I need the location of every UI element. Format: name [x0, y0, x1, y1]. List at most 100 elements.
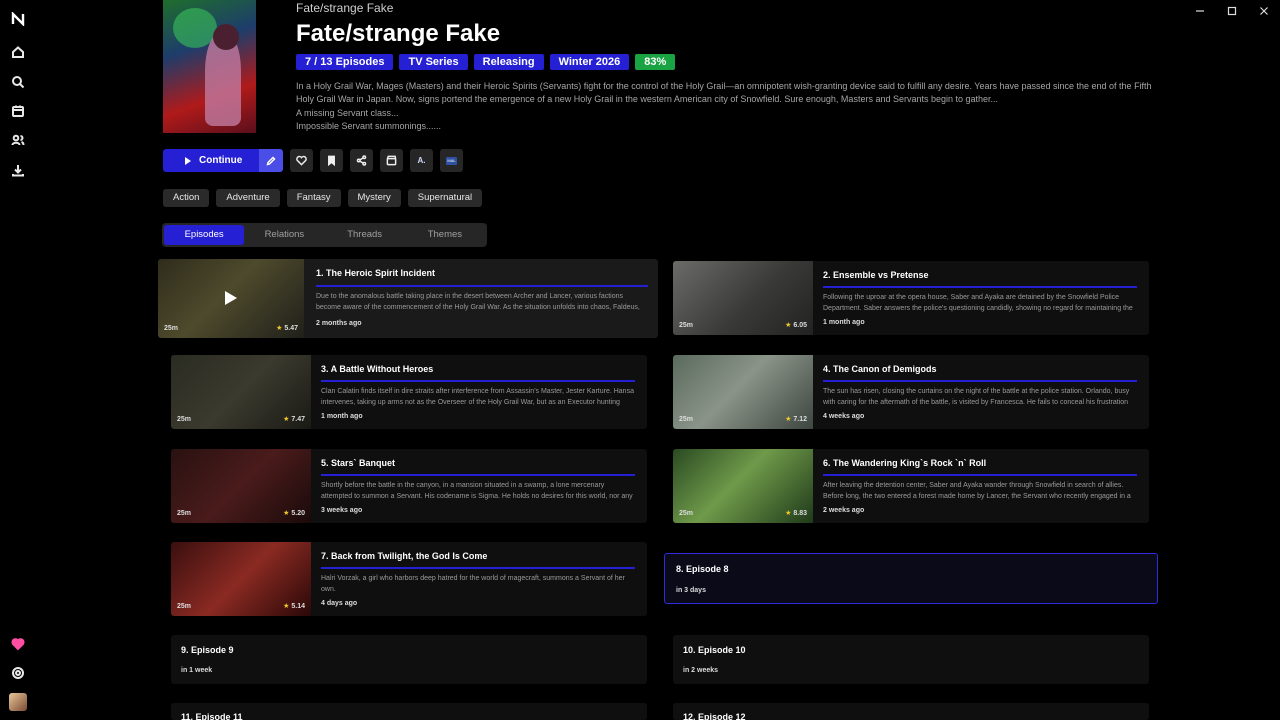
synopsis-paragraph: In a Holy Grail War, Mages (Masters) and…	[296, 81, 1152, 105]
tab-themes[interactable]: Themes	[405, 225, 485, 245]
tab-relations[interactable]: Relations	[244, 225, 324, 245]
detail-tabs: Episodes Relations Threads Themes	[162, 223, 487, 247]
synopsis-line: A missing Servant class...	[296, 107, 399, 118]
play-icon[interactable]	[225, 291, 237, 305]
page-title: Fate/strange Fake	[296, 20, 501, 47]
episode-thumbnail: 25m ★ 6.05	[673, 261, 813, 335]
episode-description: Clan Calatin finds itself in dire strait…	[321, 388, 634, 406]
window-controls	[1184, 4, 1280, 18]
episode-airdate: in 3 days	[676, 587, 706, 594]
episode-duration: 25m	[679, 416, 694, 423]
synopsis-line: Impossible Servant summonings......	[296, 121, 442, 132]
favorite-button[interactable]	[290, 149, 313, 172]
episode-divider	[321, 380, 635, 382]
episode-duration: 25m	[679, 322, 694, 329]
minimize-button[interactable]	[1184, 4, 1216, 18]
episode-card[interactable]: 25m ★ 5.47 1. The Heroic Spirit Incident …	[158, 259, 658, 338]
episode-title: 7. Back from Twilight, the God Is Come	[321, 551, 488, 561]
episode-card-upcoming[interactable]: 10. Episode 10 in 2 weeks	[673, 635, 1149, 684]
episode-title: 12. Episode 12	[683, 712, 746, 720]
close-button[interactable]	[1248, 4, 1280, 18]
episode-title: 3. A Battle Without Heroes	[321, 364, 434, 374]
star-icon: ★	[785, 510, 792, 517]
tab-episodes[interactable]: Episodes	[164, 225, 245, 245]
episode-card-upcoming[interactable]: 8. Episode 8 in 3 days	[664, 553, 1158, 604]
episode-title: 5. Stars` Banquet	[321, 458, 396, 468]
episode-thumbnail: 25m ★ 5.47	[158, 259, 304, 338]
status-badge: Releasing	[473, 54, 544, 70]
episode-card[interactable]: 25m ★ 5.20 5. Stars` Banquet Shortly befo…	[171, 449, 647, 523]
genre-list: Action Adventure Fantasy Mystery Superna…	[163, 189, 483, 207]
star-icon: ★	[785, 322, 792, 329]
maximize-button[interactable]	[1216, 4, 1248, 18]
episode-rating: ★ 6.05	[785, 322, 807, 329]
info-badges: 7 / 13 Episodes TV Series Releasing Wint…	[296, 54, 676, 70]
trailer-button[interactable]	[380, 149, 403, 172]
calendar-icon[interactable]	[9, 102, 27, 120]
cover-image	[163, 0, 256, 133]
tab-threads[interactable]: Threads	[325, 225, 405, 245]
episode-divider	[321, 567, 635, 569]
episode-airdate: 4 weeks ago	[823, 413, 865, 420]
download-icon[interactable]	[9, 161, 27, 179]
episode-rating: ★ 5.47	[276, 325, 298, 332]
clapperboard-icon	[386, 155, 397, 166]
bookmark-button[interactable]	[320, 149, 343, 172]
episode-duration: 25m	[177, 603, 192, 610]
action-bar: Continue A. MAL	[163, 149, 463, 172]
episode-card[interactable]: 25m ★ 5.14 7. Back from Twilight, the God…	[171, 542, 647, 616]
genre-tag[interactable]: Mystery	[347, 189, 401, 207]
episode-card[interactable]: 25m ★ 8.83 6. The Wandering King`s Rock `…	[673, 449, 1149, 523]
star-icon: ★	[283, 603, 290, 610]
episode-title: 11. Episode 11	[181, 712, 243, 720]
episode-title: 8. Episode 8	[676, 564, 729, 574]
star-icon: ★	[785, 416, 792, 423]
episode-duration: 25m	[164, 325, 179, 332]
share-button[interactable]	[350, 149, 373, 172]
settings-icon[interactable]	[9, 664, 27, 682]
search-icon[interactable]	[9, 73, 27, 91]
episode-airdate: 2 weeks ago	[823, 507, 865, 514]
episode-card-upcoming[interactable]: 11. Episode 11	[171, 703, 647, 720]
episode-title: 1. The Heroic Spirit Incident	[316, 268, 436, 278]
genre-tag[interactable]: Supernatural	[407, 189, 483, 207]
episode-airdate: 3 weeks ago	[321, 507, 363, 514]
episode-airdate: 1 month ago	[823, 319, 865, 326]
episode-divider	[823, 286, 1137, 288]
episode-title: 6. The Wandering King`s Rock `n` Roll	[823, 458, 987, 468]
episode-card[interactable]: 25m ★ 6.05 2. Ensemble vs Pretense Follow…	[673, 261, 1149, 335]
mal-button[interactable]: MAL	[440, 149, 463, 172]
star-icon: ★	[283, 510, 290, 517]
heart-icon[interactable]	[9, 635, 27, 653]
app-logo-icon[interactable]	[9, 10, 27, 28]
star-icon: ★	[276, 325, 283, 332]
continue-button[interactable]: Continue	[163, 149, 259, 172]
genre-tag[interactable]: Fantasy	[286, 189, 341, 207]
episode-title: 10. Episode 10	[683, 645, 746, 655]
genre-tag[interactable]: Adventure	[216, 189, 280, 207]
episode-card-upcoming[interactable]: 9. Episode 9 in 1 week	[171, 635, 647, 684]
episode-rating: ★ 7.12	[785, 416, 807, 423]
format-badge: TV Series	[399, 54, 468, 70]
home-icon[interactable]	[9, 43, 27, 61]
episode-rating: ★ 5.14	[283, 603, 305, 610]
edit-progress-button[interactable]	[259, 149, 283, 172]
episode-description: Following the uproar at the opera house,…	[823, 294, 1133, 312]
episode-thumbnail: 25m ★ 5.20	[171, 449, 311, 523]
anilist-icon: A.	[417, 156, 426, 165]
episode-airdate: 4 days ago	[321, 600, 358, 607]
episode-airdate: in 1 week	[181, 667, 213, 674]
episode-card[interactable]: 25m ★ 7.47 3. A Battle Without Heroes Cla…	[171, 355, 647, 429]
mal-icon: MAL	[446, 156, 457, 165]
anilist-button[interactable]: A.	[410, 149, 433, 172]
genre-tag[interactable]: Action	[163, 189, 210, 207]
episode-duration: 25m	[177, 416, 192, 423]
episode-thumbnail: 25m ★ 5.14	[171, 542, 311, 616]
episode-duration: 25m	[177, 510, 192, 517]
users-icon[interactable]	[9, 131, 27, 149]
episode-card[interactable]: 25m ★ 7.12 4. The Canon of Demigods The s…	[673, 355, 1149, 429]
episode-description: Halri Vorzak, a girl who harbors deep ha…	[321, 575, 625, 593]
profile-avatar[interactable]	[9, 693, 27, 711]
episode-card-upcoming[interactable]: 12. Episode 12	[673, 703, 1149, 720]
episode-divider	[823, 380, 1137, 382]
